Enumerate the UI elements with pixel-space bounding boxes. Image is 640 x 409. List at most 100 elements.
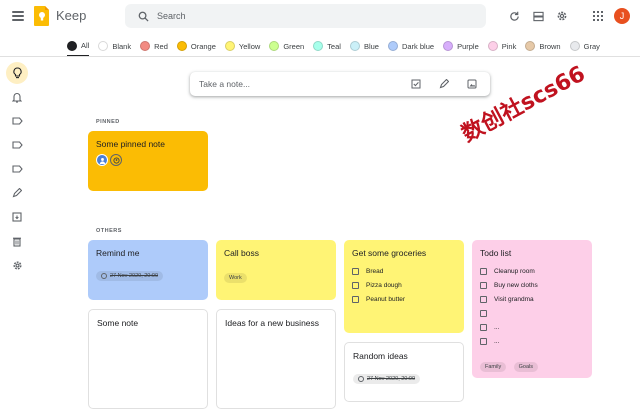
- reminder-date: 27 Nov 2020, 20:00: [367, 376, 416, 382]
- checkbox-icon[interactable]: [480, 267, 487, 275]
- sidebar-item-label-2[interactable]: [6, 134, 28, 156]
- clock-icon: [101, 273, 107, 279]
- sidebar-item-trash[interactable]: [6, 230, 28, 252]
- filter-orange[interactable]: Orange: [176, 36, 216, 56]
- note-card-some-note[interactable]: Some note: [88, 309, 208, 409]
- checklist-item-text: Cleanup room: [494, 267, 535, 275]
- take-note-bar[interactable]: Take a note...: [190, 72, 490, 96]
- checkbox-icon[interactable]: [480, 337, 487, 345]
- trash-icon: [13, 237, 21, 247]
- checklist-item[interactable]: ...: [480, 334, 584, 348]
- checklist-item[interactable]: ...: [480, 320, 584, 334]
- filter-teal[interactable]: Teal: [313, 36, 341, 56]
- filter-brown[interactable]: Brown: [525, 36, 561, 56]
- checklist-item[interactable]: Cleanup room: [480, 264, 584, 278]
- top-bar: Keep J: [0, 0, 640, 33]
- sidebar-item-reminders[interactable]: [6, 86, 28, 108]
- filter-dark-blue[interactable]: Dark blue: [387, 36, 435, 56]
- filter-label: Yellow: [238, 41, 261, 51]
- color-dot-icon: [525, 41, 536, 51]
- filter-label: Dark blue: [401, 41, 435, 51]
- label-chip[interactable]: Family: [480, 362, 507, 372]
- note-card-remind-me[interactable]: Remind me 27 Nov 2020, 20:00: [88, 240, 208, 300]
- label-chip[interactable]: Goals: [513, 362, 539, 372]
- filter-purple[interactable]: Purple: [443, 36, 479, 56]
- filter-gray[interactable]: Gray: [569, 36, 600, 56]
- collaborator-avatar-icon[interactable]: [96, 154, 108, 166]
- label-chip[interactable]: Work: [224, 273, 247, 283]
- checkbox-icon[interactable]: [352, 295, 359, 303]
- checkbox-icon[interactable]: [480, 309, 487, 317]
- note-title: Some pinned note: [96, 139, 165, 149]
- others-section-label: OTHERS: [96, 228, 122, 234]
- new-image-icon[interactable]: [462, 74, 482, 94]
- main-menu-icon[interactable]: [10, 9, 26, 23]
- sidebar-item-settings[interactable]: [6, 254, 28, 276]
- checkbox-icon[interactable]: [352, 267, 359, 275]
- note-card-call-boss[interactable]: Call boss Work: [216, 240, 336, 300]
- list-view-icon[interactable]: [530, 8, 546, 24]
- note-title: Todo list: [480, 248, 512, 258]
- checklist-item[interactable]: Peanut butter: [352, 292, 456, 306]
- note-title: Get some groceries: [352, 248, 427, 258]
- sidebar-item-notes[interactable]: [6, 62, 28, 84]
- search-bar[interactable]: [125, 4, 486, 28]
- settings-icon: [12, 260, 22, 270]
- search-icon[interactable]: [131, 4, 155, 28]
- checklist-item-text: Pizza dough: [366, 281, 402, 289]
- checkbox-icon[interactable]: [480, 281, 487, 289]
- apps-grid-icon[interactable]: [590, 8, 606, 24]
- checklist-item[interactable]: [480, 306, 584, 320]
- checklist-item-text: Visit grandma: [494, 295, 534, 303]
- checklist-item[interactable]: Bread: [352, 264, 456, 278]
- watermark-text: 数创社scs66: [457, 61, 590, 148]
- note-title: Ideas for a new business: [225, 318, 320, 328]
- filter-blank[interactable]: Blank: [98, 36, 131, 56]
- color-dot-icon: [487, 41, 498, 51]
- label-icon: [11, 165, 23, 173]
- settings-icon[interactable]: [554, 8, 570, 24]
- reminder-chip[interactable]: 27 Nov 2020, 20:00: [353, 374, 421, 384]
- checkbox-icon[interactable]: [480, 323, 487, 331]
- color-dot-icon: [443, 41, 454, 51]
- filter-blue[interactable]: Blue: [349, 36, 379, 56]
- checkbox-icon[interactable]: [352, 281, 359, 289]
- account-avatar[interactable]: J: [614, 8, 630, 24]
- search-input[interactable]: [157, 11, 457, 21]
- checkbox-icon[interactable]: [480, 295, 487, 303]
- keep-logo-icon: [34, 6, 49, 26]
- checklist-item-text: ...: [494, 323, 500, 331]
- sidebar-item-archive[interactable]: [6, 206, 28, 228]
- checklist-item[interactable]: Pizza dough: [352, 278, 456, 292]
- filter-pink[interactable]: Pink: [487, 36, 516, 56]
- add-collaborator-icon[interactable]: [110, 154, 122, 166]
- new-list-icon[interactable]: [406, 74, 426, 94]
- refresh-icon[interactable]: [506, 8, 522, 24]
- filter-all[interactable]: All: [67, 36, 90, 56]
- note-card-random-ideas[interactable]: Random ideas 27 Nov 2020, 20:00: [344, 342, 464, 402]
- checklist-item[interactable]: Visit grandma: [480, 292, 584, 306]
- checklist-item-text: Peanut butter: [366, 295, 406, 303]
- filter-green[interactable]: Green: [269, 36, 304, 56]
- header-divider: [0, 56, 640, 57]
- checklist-item[interactable]: Buy new cloths: [480, 278, 584, 292]
- checklist-item-text: ...: [494, 337, 500, 345]
- take-note-placeholder[interactable]: Take a note...: [199, 79, 406, 89]
- sidebar-item-label-3[interactable]: [6, 158, 28, 180]
- color-dot-icon: [224, 41, 235, 51]
- sidebar-item-edit-labels[interactable]: [6, 182, 28, 204]
- filter-yellow[interactable]: Yellow: [224, 36, 261, 56]
- note-card-ideas[interactable]: Ideas for a new business: [216, 309, 336, 409]
- filter-label: Orange: [190, 41, 216, 51]
- sidebar-item-label-1[interactable]: [6, 110, 28, 132]
- filter-red[interactable]: Red: [140, 36, 168, 56]
- note-card-todo-list[interactable]: Todo list Cleanup room Buy new cloths Vi…: [472, 240, 592, 378]
- checklist-item-text: Bread: [366, 267, 384, 275]
- reminder-chip[interactable]: 27 Nov 2020, 20:00: [96, 271, 164, 281]
- color-dot-icon: [176, 41, 187, 51]
- pinned-note-card[interactable]: Some pinned note: [88, 131, 208, 191]
- new-drawing-icon[interactable]: [434, 74, 454, 94]
- filter-label: Brown: [539, 41, 561, 51]
- note-card-groceries[interactable]: Get some groceries Bread Pizza dough Pea…: [344, 240, 464, 333]
- label-icon: [11, 141, 23, 149]
